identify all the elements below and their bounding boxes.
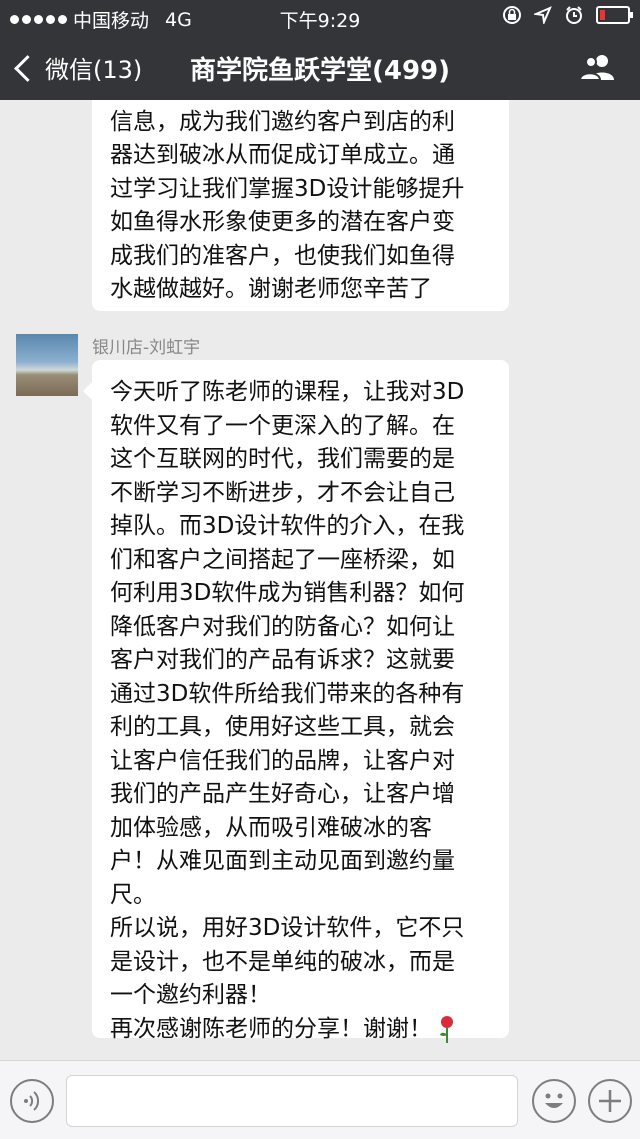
- message-line: 一个邀约利器！: [110, 982, 271, 1008]
- message-line: 利的工具，使用好这些工具，就会: [110, 714, 455, 740]
- message-line: 们和客户之间搭起了一座桥梁，如: [110, 546, 455, 573]
- message-line: 让客户信任我们的品牌，让客户对: [110, 747, 455, 774]
- message-line: 户！从难见面到主动见面到邀约量: [110, 848, 455, 874]
- plus-button[interactable]: [588, 1079, 632, 1123]
- plus-icon: [599, 1090, 621, 1112]
- message-input[interactable]: [66, 1075, 518, 1127]
- message-line: 成我们的准客户，也使我们如鱼得: [110, 242, 455, 269]
- message-line: 尺。: [110, 881, 156, 908]
- message-line: 何利用3D软件成为销售利器？如何: [110, 580, 465, 606]
- voice-icon: [24, 1091, 40, 1111]
- group-members-icon[interactable]: [578, 52, 618, 82]
- location-icon: [534, 6, 552, 24]
- avatar[interactable]: [16, 334, 78, 396]
- message-line: 通过3D软件所给我们带来的各种有: [110, 680, 465, 707]
- message-line: 软件又有了一个更深入的了解。在: [110, 412, 455, 439]
- message-line: 水越做越好。谢谢老师您辛苦了: [110, 276, 432, 302]
- emoji-button[interactable]: [532, 1079, 576, 1123]
- message-line: 我们的产品产生好奇心，让客户增: [110, 781, 455, 807]
- nav-bar: 微信(13) 商学院鱼跃学堂(499): [0, 36, 640, 100]
- battery-icon: [596, 6, 633, 24]
- message-line: 降低客户对我们的防备心？如何让: [110, 613, 455, 640]
- status-bar: 中国移动 4G 下午9:29: [0, 0, 640, 36]
- message-line: 再次感谢陈老师的分享！谢谢！: [110, 1015, 432, 1042]
- message-line: 这个互联网的时代，我们需要的是: [110, 446, 455, 472]
- emoji-icon: [545, 1093, 563, 1108]
- message-line-partial: 信任和重视，得到第一手的准客户: [110, 100, 491, 106]
- message-line: 所以说，用好3D设计软件，它不只: [110, 915, 465, 941]
- alarm-icon: [566, 6, 582, 24]
- message-line: 加体验感，从而吸引难破冰的客: [110, 814, 432, 841]
- message-bubble[interactable]: 今天听了陈老师的课程，让我对3D 软件又有了一个更深入的了解。在 这个互联网的时…: [83, 360, 509, 1043]
- message-line: 器达到破冰从而促成订单成立。通: [110, 142, 455, 168]
- message-line: 客户对我们的产品有诉求？这就要: [110, 647, 455, 673]
- message-line: 今天听了陈老师的课程，让我对3D: [110, 379, 465, 405]
- message-line: 信息，成为我们邀约客户到店的利: [110, 108, 455, 135]
- message-bubble[interactable]: 信任和重视，得到第一手的准客户 信息，成为我们邀约客户到店的利 器达到破冰从而促…: [92, 100, 509, 311]
- input-bar: [0, 1060, 640, 1139]
- message-line: 如鱼得水形象使更多的潜在客户变: [110, 209, 455, 235]
- message-line: 不断学习不断进步，才不会让自己: [110, 479, 455, 506]
- message-line: 过学习让我们掌握3D设计能够提升: [110, 175, 465, 202]
- chat-area[interactable]: 信任和重视，得到第一手的准客户 信息，成为我们邀约客户到店的利 器达到破冰从而促…: [0, 100, 640, 1060]
- lock-rotation-icon: [503, 6, 521, 24]
- rose-icon: [440, 1016, 453, 1043]
- chat-title: 商学院鱼跃学堂(499): [189, 56, 451, 86]
- voice-button[interactable]: [10, 1079, 54, 1123]
- message-line: 掉队。而3D设计软件的介入，在我: [110, 513, 465, 539]
- message-line: 是设计，也不是单纯的破冰，而是: [110, 948, 455, 975]
- battery-fill: [600, 10, 605, 20]
- sender-name: 银川店-刘虹宇: [92, 338, 201, 358]
